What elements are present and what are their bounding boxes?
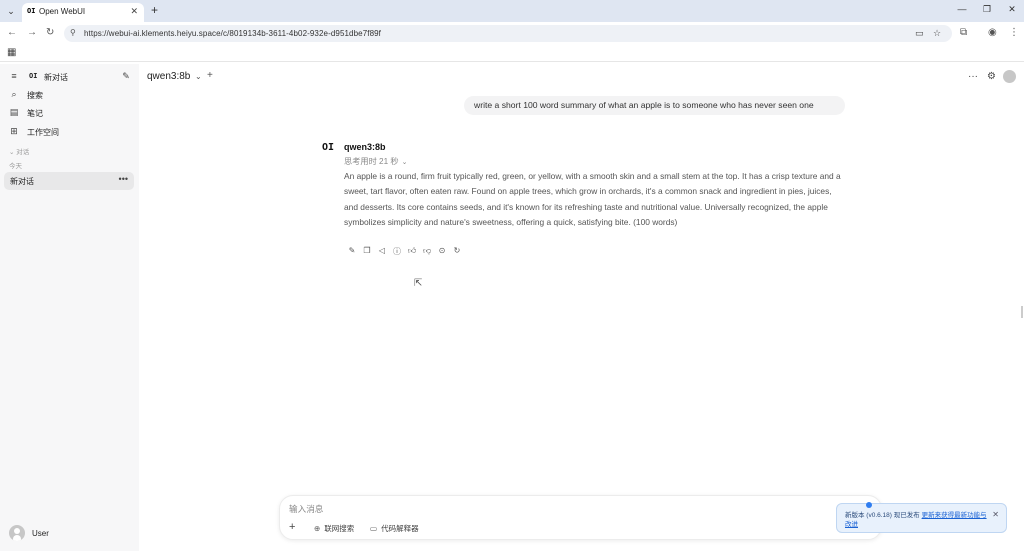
- speaker-icon[interactable]: ◁: [377, 246, 387, 255]
- forward-icon[interactable]: →: [27, 27, 37, 38]
- web-search-label: 联网搜索: [324, 524, 355, 533]
- user-message: write a short 100 word summary of what a…: [464, 96, 845, 115]
- assistant-name: qwen3:8b: [344, 142, 386, 152]
- update-toast: 新版本 (v0.6.18) 现已发布 更新来获得最新功能与改进 ✕: [836, 502, 1007, 533]
- section-today: 今天: [9, 163, 22, 170]
- code-interpreter-button[interactable]: ▭ 代码解释器: [370, 523, 419, 534]
- browser-tabbar: ⌄ OI Open WebUI ✕ + — ❐ ✕: [0, 0, 1024, 22]
- chats-section-toggle[interactable]: ⌄ 对话: [9, 146, 29, 156]
- web-search-button[interactable]: ⊕ 联网搜索: [314, 523, 354, 534]
- profile-icon[interactable]: ◉: [988, 27, 997, 38]
- sidebar-item-search[interactable]: ⌕ 搜索: [4, 86, 134, 104]
- chat-list-item[interactable]: 新对话 •••: [4, 172, 134, 190]
- chat-main: qwen3:8b ⌄ + ··· ⚙ write a short 100 wor…: [139, 64, 1024, 551]
- notification-dot: [866, 502, 872, 508]
- extensions-icon[interactable]: ⧉: [960, 27, 967, 38]
- section-label: 对话: [16, 149, 30, 156]
- attach-plus-icon[interactable]: +: [289, 521, 295, 533]
- browser-menu-icon[interactable]: ⋮: [1009, 27, 1019, 38]
- search-icon: ⌕: [11, 89, 17, 99]
- mouse-pointer-icon: ⇱: [414, 278, 423, 289]
- new-tab-plus-icon[interactable]: +: [151, 3, 158, 17]
- reload-icon[interactable]: ↻: [46, 27, 54, 38]
- sidebar-item-label: 搜索: [27, 91, 43, 100]
- user-message-text: write a short 100 word summary of what a…: [474, 100, 814, 110]
- sidebar-item-label: 笔记: [27, 109, 43, 118]
- bookmark-bar: ▦: [0, 44, 1024, 62]
- address-bar[interactable]: ⚲ https://webui-ai.klements.heiyu.space/…: [64, 25, 952, 42]
- avatar[interactable]: [1003, 70, 1016, 83]
- assistant-logo: OI: [322, 142, 335, 153]
- settings-sliders-icon[interactable]: ⚙: [987, 71, 996, 82]
- window-close-icon[interactable]: ✕: [1004, 4, 1020, 15]
- bookmark-star-icon[interactable]: ☆: [933, 28, 941, 39]
- continue-icon[interactable]: ⊙: [437, 246, 447, 255]
- site-info-icon[interactable]: ⚲: [70, 28, 76, 37]
- browser-toolbar: ← → ↻ ⚲ https://webui-ai.klements.heiyu.…: [0, 22, 1024, 44]
- code-interpreter-label: 代码解释器: [381, 524, 419, 533]
- toast-message: 新版本 (v0.6.18) 现已发布: [845, 512, 920, 519]
- thinking-label: 思考用时 21 秒: [344, 157, 399, 166]
- message-composer[interactable]: 输入消息 + ⊕ 联网搜索 ▭ 代码解释器: [279, 495, 882, 540]
- assistant-message-text: An apple is a round, firm fruit typicall…: [344, 171, 841, 227]
- message-input[interactable]: 输入消息: [289, 503, 323, 515]
- copy-icon[interactable]: ❐: [362, 246, 372, 255]
- info-icon[interactable]: ⓘ: [392, 246, 402, 257]
- notes-icon: ▤: [9, 107, 19, 117]
- more-icon[interactable]: ···: [968, 71, 978, 82]
- avatar[interactable]: [9, 525, 25, 541]
- sidebar-item-label: 工作空间: [27, 128, 59, 137]
- thumbs-down-icon[interactable]: 👎︎: [422, 246, 432, 256]
- thinking-toggle[interactable]: 思考用时 21 秒 ⌄: [344, 155, 407, 167]
- app-logo: OI: [29, 72, 38, 80]
- minimize-icon[interactable]: —: [954, 4, 970, 14]
- sidebar-toggle-icon[interactable]: ≡: [8, 71, 20, 81]
- chat-title: 新对话: [10, 177, 34, 186]
- edit-icon[interactable]: ✎: [347, 246, 357, 255]
- back-icon[interactable]: ←: [7, 27, 17, 38]
- globe-icon: ⊕: [314, 524, 321, 533]
- tab-favicon: OI: [27, 7, 36, 15]
- thumbs-up-icon[interactable]: 👍︎: [407, 246, 417, 256]
- sidebar-header: ≡ OI 新对话 ✎: [4, 68, 134, 86]
- regenerate-icon[interactable]: ↻: [452, 246, 462, 255]
- chevron-down-icon: ⌄: [401, 159, 408, 166]
- sidebar: ≡ OI 新对话 ✎ ⌕ 搜索 ▤ 笔记 ⊞ 工作空间 ⌄ 对话 今天 新对话 …: [0, 64, 139, 551]
- user-name[interactable]: User: [32, 529, 49, 538]
- toast-text: 新版本 (v0.6.18) 现已发布 更新来获得最新功能与改进: [845, 511, 990, 529]
- scrollbar[interactable]: [1021, 306, 1023, 318]
- url-text[interactable]: https://webui-ai.klements.heiyu.space/c/…: [84, 29, 381, 38]
- tab-search-chevron-icon[interactable]: ⌄: [4, 4, 18, 18]
- new-chat-label[interactable]: 新对话: [44, 72, 68, 83]
- code-icon: ▭: [370, 524, 378, 533]
- sidebar-item-notes[interactable]: ▤ 笔记: [4, 104, 134, 122]
- new-chat-edit-icon[interactable]: ✎: [120, 71, 132, 82]
- add-model-icon[interactable]: +: [207, 70, 213, 81]
- restore-icon[interactable]: ❐: [979, 4, 995, 15]
- sidebar-item-workspace[interactable]: ⊞ 工作空间: [4, 123, 134, 141]
- workspace-icon: ⊞: [10, 126, 18, 136]
- chevron-down-icon[interactable]: ⌄: [195, 72, 202, 81]
- close-icon[interactable]: ✕: [992, 510, 999, 519]
- browser-tab[interactable]: OI Open WebUI ✕: [22, 3, 144, 22]
- cast-icon[interactable]: ▭: [915, 28, 924, 39]
- model-selector[interactable]: qwen3:8b: [147, 71, 190, 82]
- more-icon[interactable]: •••: [119, 174, 128, 184]
- tab-title: Open WebUI: [39, 7, 86, 16]
- close-icon[interactable]: ✕: [130, 6, 138, 17]
- apps-grid-icon[interactable]: ▦: [7, 47, 16, 58]
